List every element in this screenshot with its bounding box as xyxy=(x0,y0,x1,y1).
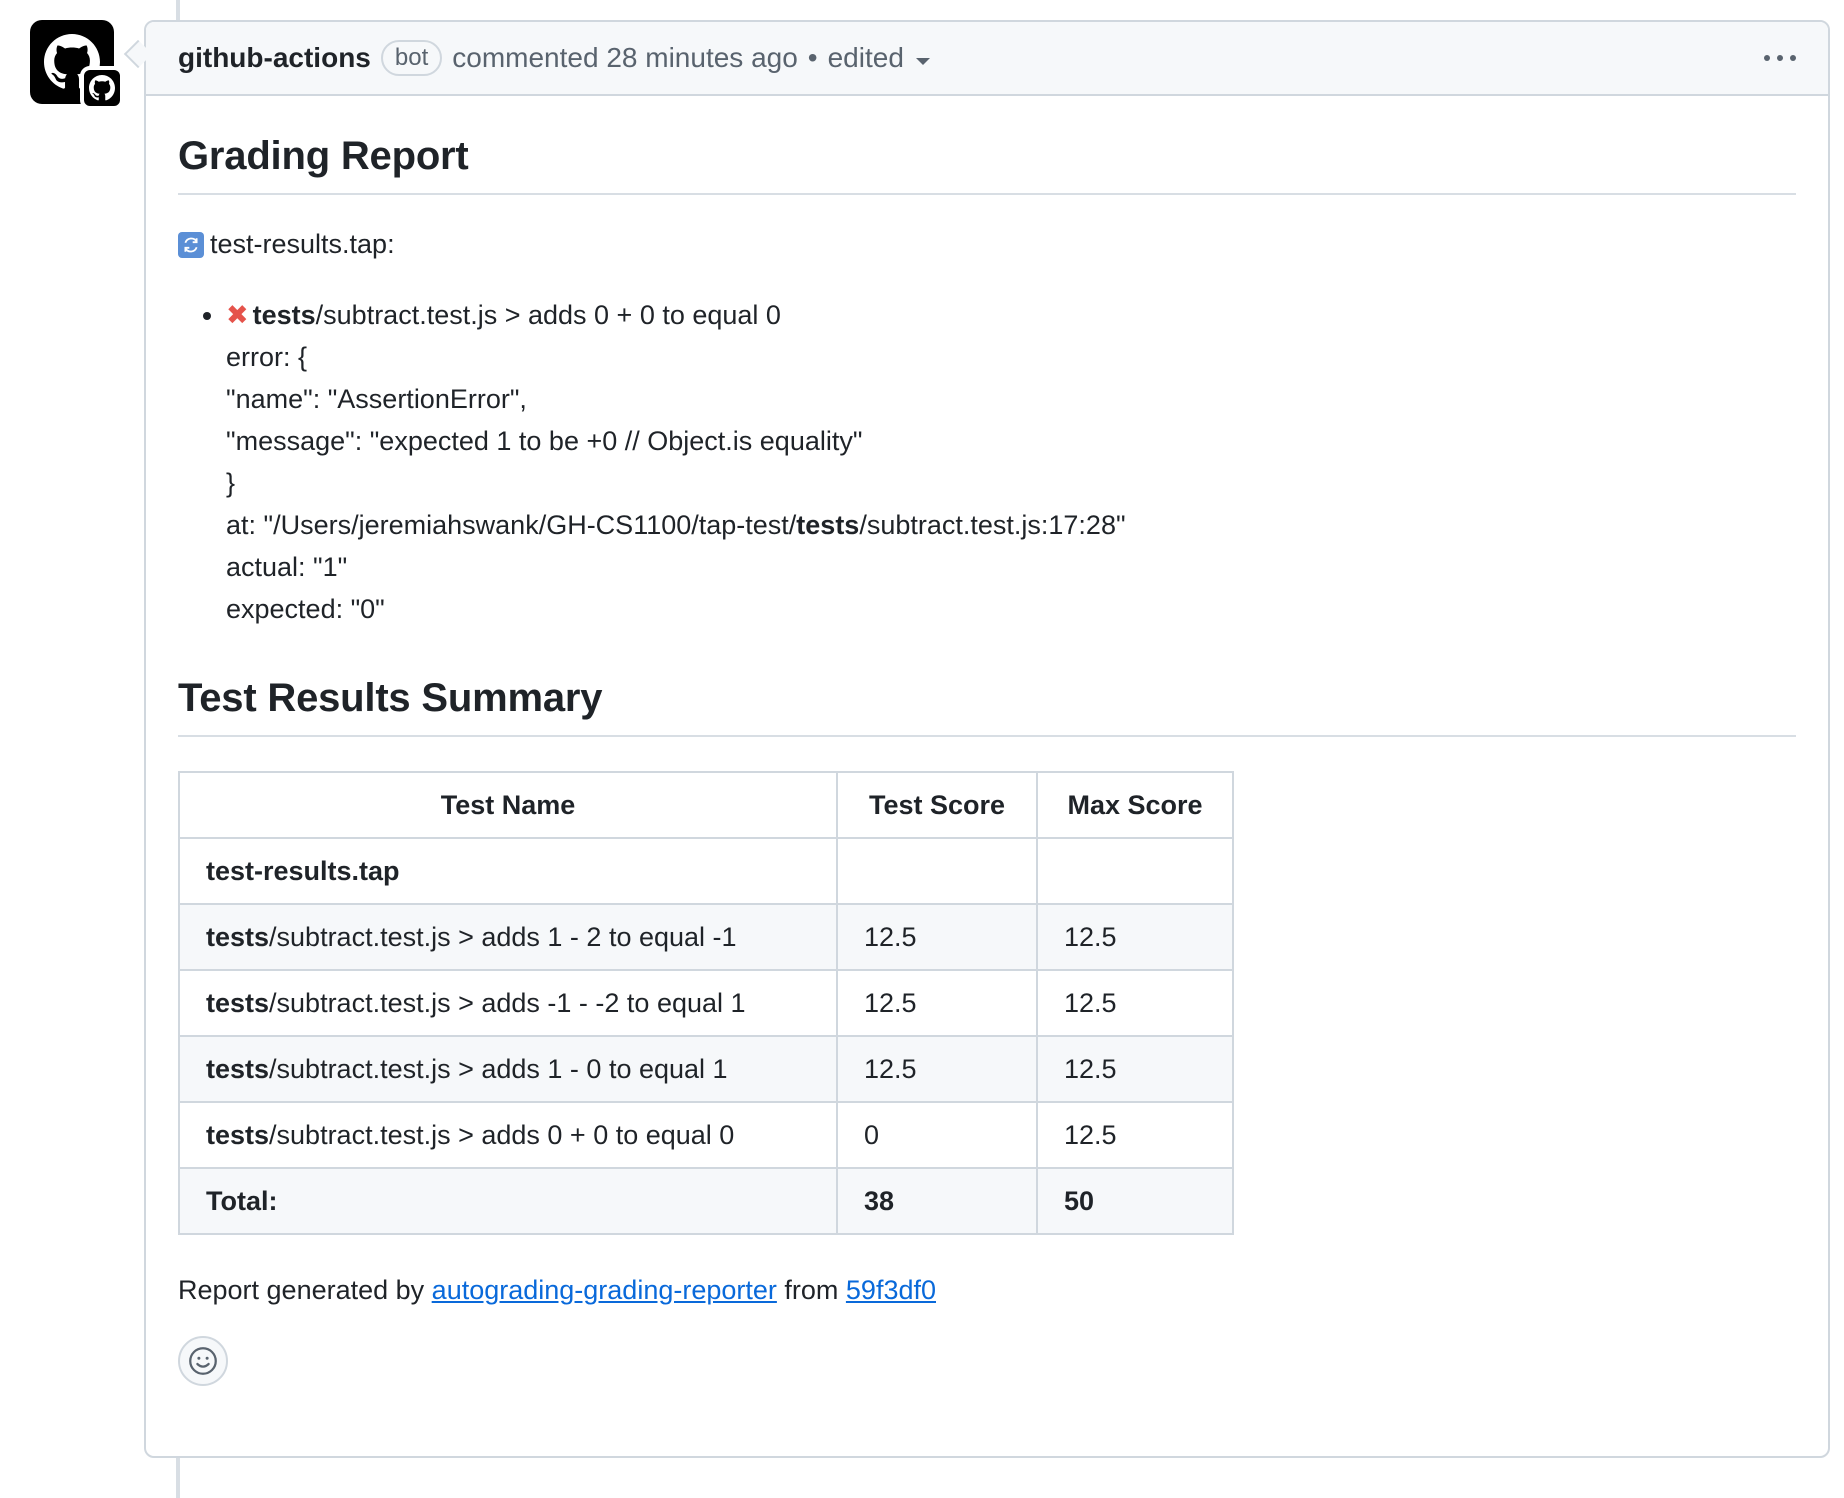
table-row: tests/subtract.test.js > adds 0 + 0 to e… xyxy=(178,1101,1234,1169)
report-title: Grading Report xyxy=(178,134,1796,195)
table-row-total: Total: 38 50 xyxy=(178,1167,1234,1235)
x-icon: ✖ xyxy=(226,300,249,330)
max-cell: 12.5 xyxy=(1036,969,1234,1037)
max-cell: 12.5 xyxy=(1036,1035,1234,1103)
comment-header: github-actions bot commented 28 minutes … xyxy=(146,22,1828,96)
failure-detail: "message": "expected 1 to be +0 // Objec… xyxy=(226,426,863,456)
footer-prefix: Report generated by xyxy=(178,1275,432,1305)
edited-label: edited xyxy=(827,42,904,73)
total-score-cell: 38 xyxy=(836,1167,1038,1235)
summary-title: Test Results Summary xyxy=(178,676,1796,737)
score-cell xyxy=(836,837,1038,905)
comment-timestamp[interactable]: 28 minutes ago xyxy=(606,42,797,74)
group-name-cell: test-results.tap xyxy=(178,837,838,905)
table-row: tests/subtract.test.js > adds -1 - -2 to… xyxy=(178,969,1234,1037)
table-row: tests/subtract.test.js > adds 1 - 0 to e… xyxy=(178,1035,1234,1103)
max-cell: 12.5 xyxy=(1036,903,1234,971)
column-header-test-name: Test Name xyxy=(178,771,838,839)
score-cell: 0 xyxy=(836,1101,1038,1169)
table-row: tests/subtract.test.js > adds 1 - 2 to e… xyxy=(178,903,1234,971)
comment-box: github-actions bot commented 28 minutes … xyxy=(144,20,1830,1458)
report-footer: Report generated by autograding-grading-… xyxy=(178,1275,1796,1306)
author-link[interactable]: github-actions xyxy=(178,42,371,74)
score-cell: 12.5 xyxy=(836,1035,1038,1103)
github-mark-icon xyxy=(89,75,115,101)
edited-dropdown[interactable]: edited xyxy=(828,42,930,74)
failure-detail: } xyxy=(226,468,236,498)
chevron-down-icon xyxy=(915,57,930,65)
comment-body: Grading Report test-results.tap: ✖tests/… xyxy=(146,96,1828,1386)
test-name-cell: tests/subtract.test.js > adds 1 - 2 to e… xyxy=(178,903,838,971)
max-cell xyxy=(1036,837,1234,905)
add-reaction-button[interactable] xyxy=(178,1336,228,1386)
test-name-cell: tests/subtract.test.js > adds 0 + 0 to e… xyxy=(178,1101,838,1169)
test-name-cell: tests/subtract.test.js > adds -1 - -2 to… xyxy=(178,969,838,1037)
comment-action: commented xyxy=(452,42,599,73)
failure-list: ✖tests/subtract.test.js > adds 0 + 0 to … xyxy=(178,294,1796,630)
total-max-cell: 50 xyxy=(1036,1167,1234,1235)
failure-detail: error: { xyxy=(226,342,308,372)
separator-dot: • xyxy=(807,42,818,73)
table-row: test-results.tap xyxy=(178,837,1234,905)
score-cell: 12.5 xyxy=(836,969,1038,1037)
total-label-cell: Total: xyxy=(178,1167,838,1235)
failure-bold-prefix: tests xyxy=(252,300,316,330)
failure-expected: expected: "0" xyxy=(226,594,385,624)
test-name-cell: tests/subtract.test.js > adds 1 - 0 to e… xyxy=(178,1035,838,1103)
smiley-icon xyxy=(189,1347,217,1375)
failure-title: /subtract.test.js > adds 0 + 0 to equal … xyxy=(315,300,781,330)
footer-middle: from xyxy=(776,1275,846,1305)
kebab-icon[interactable] xyxy=(1764,55,1796,61)
avatar-app-badge xyxy=(80,66,124,110)
score-cell: 12.5 xyxy=(836,903,1038,971)
results-file-name: test-results.tap: xyxy=(210,229,395,259)
column-header-max-score: Max Score xyxy=(1036,771,1234,839)
bot-badge: bot xyxy=(380,40,443,76)
failure-detail: "name": "AssertionError", xyxy=(226,384,527,414)
refresh-icon xyxy=(178,231,204,258)
failure-location: at: "/Users/jeremiahswank/GH-CS1100/tap-… xyxy=(226,510,1126,540)
list-item: ✖tests/subtract.test.js > adds 0 + 0 to … xyxy=(226,294,1796,630)
summary-table: Test Name Test Score Max Score test-resu… xyxy=(178,771,1234,1235)
commit-link[interactable]: 59f3df0 xyxy=(846,1275,936,1305)
failure-actual: actual: "1" xyxy=(226,552,348,582)
column-header-test-score: Test Score xyxy=(836,771,1038,839)
max-cell: 12.5 xyxy=(1036,1101,1234,1169)
reporter-link[interactable]: autograding-grading-reporter xyxy=(432,1275,777,1305)
results-file-line: test-results.tap: xyxy=(178,229,1796,260)
